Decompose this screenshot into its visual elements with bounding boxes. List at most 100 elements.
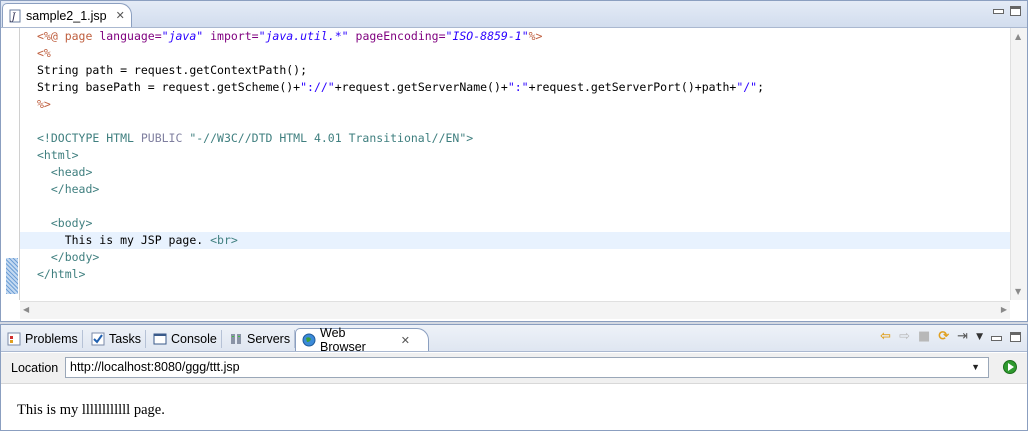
- scroll-right-icon[interactable]: ▶: [1001, 305, 1007, 314]
- code-line[interactable]: <!DOCTYPE HTML PUBLIC "-//W3C//DTD HTML …: [20, 130, 1010, 147]
- code-line[interactable]: </head>: [20, 181, 1010, 198]
- scroll-left-icon[interactable]: ◀: [23, 305, 29, 314]
- back-icon[interactable]: ⇦: [880, 329, 891, 344]
- horizontal-scrollbar[interactable]: ◀ ▶: [20, 301, 1010, 319]
- code-token: PUBLIC: [140, 131, 190, 145]
- refresh-icon[interactable]: ⟳: [938, 329, 949, 344]
- code-token: "java": [161, 29, 204, 43]
- code-line[interactable]: </body>: [20, 249, 1010, 266]
- globe-icon: [302, 333, 316, 347]
- location-input[interactable]: http://localhost:8080/ggg/ttt.jsp ▼: [65, 357, 989, 378]
- code-line[interactable]: <%@ page language="java" import="java.ut…: [20, 28, 1010, 45]
- stop-icon[interactable]: ■: [918, 329, 930, 344]
- code-token: %>: [528, 29, 543, 43]
- code-token: </html>: [37, 267, 86, 281]
- code-token: <!DOCTYPE HTML: [37, 131, 141, 145]
- code-token: </body>: [37, 250, 100, 264]
- editor-tab-sample2-1-jsp[interactable]: J sample2_1.jsp ✕: [2, 3, 132, 27]
- code-token: +request.getServerName()+: [334, 80, 508, 94]
- code-token: "java.util.*": [258, 29, 349, 43]
- editor-view: J sample2_1.jsp ✕ <%@ page language="jav…: [0, 0, 1028, 322]
- code-token: pageEncoding=: [348, 29, 446, 43]
- code-line[interactable]: <%: [20, 45, 1010, 62]
- page-body-text: This is my llllllllllll page.: [17, 402, 165, 418]
- editor-tab-bar: J sample2_1.jsp ✕: [1, 1, 1027, 28]
- code-token: This is my JSP page.: [37, 233, 211, 247]
- minimize-icon[interactable]: [993, 9, 1004, 14]
- code-token: "ISO-8859-1": [445, 29, 529, 43]
- tab-tasks[interactable]: Tasks: [91, 328, 146, 350]
- change-marker: [6, 258, 18, 294]
- code-line[interactable]: [20, 198, 1010, 215]
- code-token: <%@: [37, 29, 65, 43]
- jsp-file-icon: J: [9, 9, 21, 23]
- tab-label: Servers: [247, 332, 291, 346]
- browser-content: This is my llllllllllll page.: [2, 385, 1026, 429]
- code-line[interactable]: String path = request.getContextPath();: [20, 62, 1010, 79]
- servers-icon: [229, 332, 243, 346]
- code-line[interactable]: [20, 113, 1010, 130]
- scroll-down-icon[interactable]: ▼: [1015, 287, 1021, 296]
- maximize-icon[interactable]: [1010, 6, 1021, 16]
- location-url: http://localhost:8080/ggg/ttt.jsp: [70, 360, 240, 374]
- minimize-icon[interactable]: [991, 335, 1002, 341]
- code-token: import=: [203, 29, 259, 43]
- tab-label: Web Browser: [320, 326, 366, 354]
- scroll-up-icon[interactable]: ▲: [1015, 32, 1021, 41]
- tab-label: Console: [171, 332, 217, 346]
- chevron-down-icon[interactable]: ▼: [971, 362, 980, 372]
- editor-tab-label: sample2_1.jsp: [26, 8, 107, 23]
- code-line[interactable]: <body>: [20, 215, 1010, 232]
- location-label: Location: [11, 361, 59, 375]
- vertical-scrollbar[interactable]: ▲ ▼: [1010, 28, 1027, 300]
- code-token: String basePath = request.getScheme()+: [37, 80, 301, 94]
- tab-problems[interactable]: Problems: [7, 328, 83, 350]
- open-in-external-icon[interactable]: ⇥: [957, 329, 968, 344]
- code-token: +request.getServerPort()+path+: [528, 80, 737, 94]
- code-token: <head>: [37, 165, 93, 179]
- code-line[interactable]: </html>: [20, 266, 1010, 283]
- tab-console[interactable]: Console: [153, 328, 222, 350]
- code-token: %>: [37, 97, 51, 111]
- code-token: "-//W3C//DTD HTML 4.01 Transitional//EN": [189, 131, 467, 145]
- go-icon[interactable]: [1003, 360, 1017, 374]
- tab-servers[interactable]: Servers: [229, 328, 296, 350]
- forward-icon[interactable]: ⇨: [899, 329, 910, 344]
- svg-text:J: J: [10, 12, 17, 23]
- code-token: String path = request.getContextPath();: [37, 63, 308, 77]
- code-token: <%: [37, 46, 51, 60]
- code-token: </head>: [37, 182, 100, 196]
- view-menu-icon[interactable]: ▼: [976, 332, 983, 342]
- code-token: <html>: [37, 148, 79, 162]
- code-line[interactable]: <head>: [20, 164, 1010, 181]
- code-token: "/": [736, 80, 758, 94]
- tab-label: Tasks: [109, 332, 141, 346]
- bottom-tab-bar: Problems Tasks Console Servers Web Brows…: [1, 325, 1027, 354]
- code-token: page: [64, 29, 100, 43]
- code-token: ;: [757, 80, 765, 94]
- tab-label: Problems: [25, 332, 78, 346]
- tab-separator: [144, 330, 146, 348]
- code-token: <body>: [37, 216, 93, 230]
- tab-separator: [81, 330, 83, 348]
- code-token: language=: [99, 29, 162, 43]
- tab-separator: [220, 330, 222, 348]
- location-bar: Location http://localhost:8080/ggg/ttt.j…: [1, 353, 1027, 384]
- close-icon[interactable]: ✕: [116, 9, 125, 22]
- tab-web-browser[interactable]: Web Browser ✕: [295, 326, 429, 354]
- code-line[interactable]: %>: [20, 96, 1010, 113]
- console-icon: [153, 332, 167, 346]
- code-token: ":": [507, 80, 529, 94]
- code-token: "://": [300, 80, 335, 94]
- bottom-panel: Problems Tasks Console Servers Web Brows…: [0, 324, 1028, 431]
- code-line[interactable]: This is my JSP page. <br>: [20, 232, 1010, 249]
- close-icon[interactable]: ✕: [401, 334, 410, 347]
- browser-toolbar: ⇦ ⇨ ■ ⟳ ⇥ ▼: [880, 329, 1021, 344]
- tasks-icon: [91, 332, 105, 346]
- problems-icon: [7, 332, 21, 346]
- code-token: <br>: [210, 233, 238, 247]
- maximize-icon[interactable]: [1010, 331, 1021, 342]
- code-line[interactable]: <html>: [20, 147, 1010, 164]
- code-line[interactable]: String basePath = request.getScheme()+":…: [20, 79, 1010, 96]
- code-editor[interactable]: <%@ page language="java" import="java.ut…: [20, 28, 1010, 300]
